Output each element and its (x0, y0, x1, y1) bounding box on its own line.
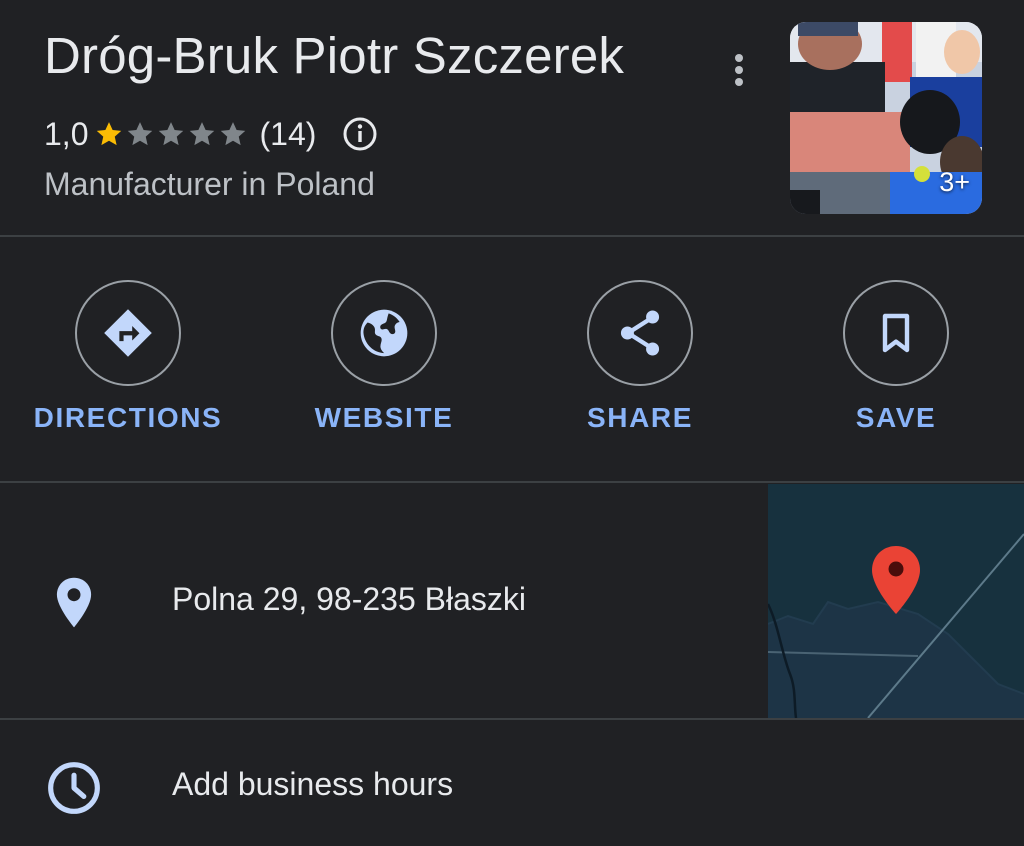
star-empty-icon (221, 122, 246, 146)
place-header: Dróg-Bruk Piotr Szczerek 1,0 (14) Manufa… (0, 0, 1024, 236)
star-empty-icon (128, 122, 153, 146)
website-button[interactable]: WEBSITE (274, 280, 494, 434)
bookmark-icon (882, 313, 910, 353)
star-empty-icon (159, 122, 184, 146)
star-empty-icon (190, 122, 215, 146)
share-label: SHARE (586, 402, 693, 433)
star-rating (94, 119, 249, 149)
map-image (768, 484, 1024, 718)
share-button[interactable]: SHARE (530, 280, 750, 434)
place-category: Manufacturer in Poland (44, 166, 375, 202)
more-vert-icon (735, 54, 743, 86)
website-button-circle (331, 280, 437, 386)
photo-thumbnail[interactable]: 3+ (790, 22, 982, 214)
save-button-circle (843, 280, 949, 386)
save-button[interactable]: SAVE (786, 280, 1006, 434)
directions-label: DIRECTIONS (33, 402, 223, 433)
directions-icon (104, 309, 152, 357)
save-label: SAVE (855, 402, 937, 433)
share-icon (620, 310, 660, 356)
more-options-button[interactable] (718, 44, 760, 96)
divider (0, 481, 1024, 483)
directions-button-circle (75, 280, 181, 386)
website-label: WEBSITE (314, 402, 454, 433)
place-title: Dróg-Bruk Piotr Szczerek (44, 27, 625, 84)
clock-icon (48, 762, 100, 814)
info-icon[interactable] (342, 116, 378, 152)
address-text[interactable]: Polna 29, 98-235 Błaszki (172, 581, 526, 618)
share-button-circle (587, 280, 693, 386)
location-pin-icon (56, 577, 92, 628)
rating-value: 1,0 (44, 115, 89, 152)
review-count[interactable]: (14) (259, 116, 316, 153)
photo-count: 3+ (939, 167, 970, 197)
divider (0, 235, 1024, 237)
directions-button[interactable]: DIRECTIONS (18, 280, 238, 434)
add-hours-row[interactable]: Add business hours (0, 720, 1024, 846)
star-filled-icon (97, 122, 122, 146)
add-hours-text: Add business hours (172, 766, 454, 802)
action-bar: DIRECTIONS WEBSITE SHARE SAVE (0, 238, 1024, 482)
rating-row: 1,0 (14) (44, 112, 378, 156)
map-preview[interactable] (768, 484, 1024, 718)
globe-icon (360, 309, 408, 357)
